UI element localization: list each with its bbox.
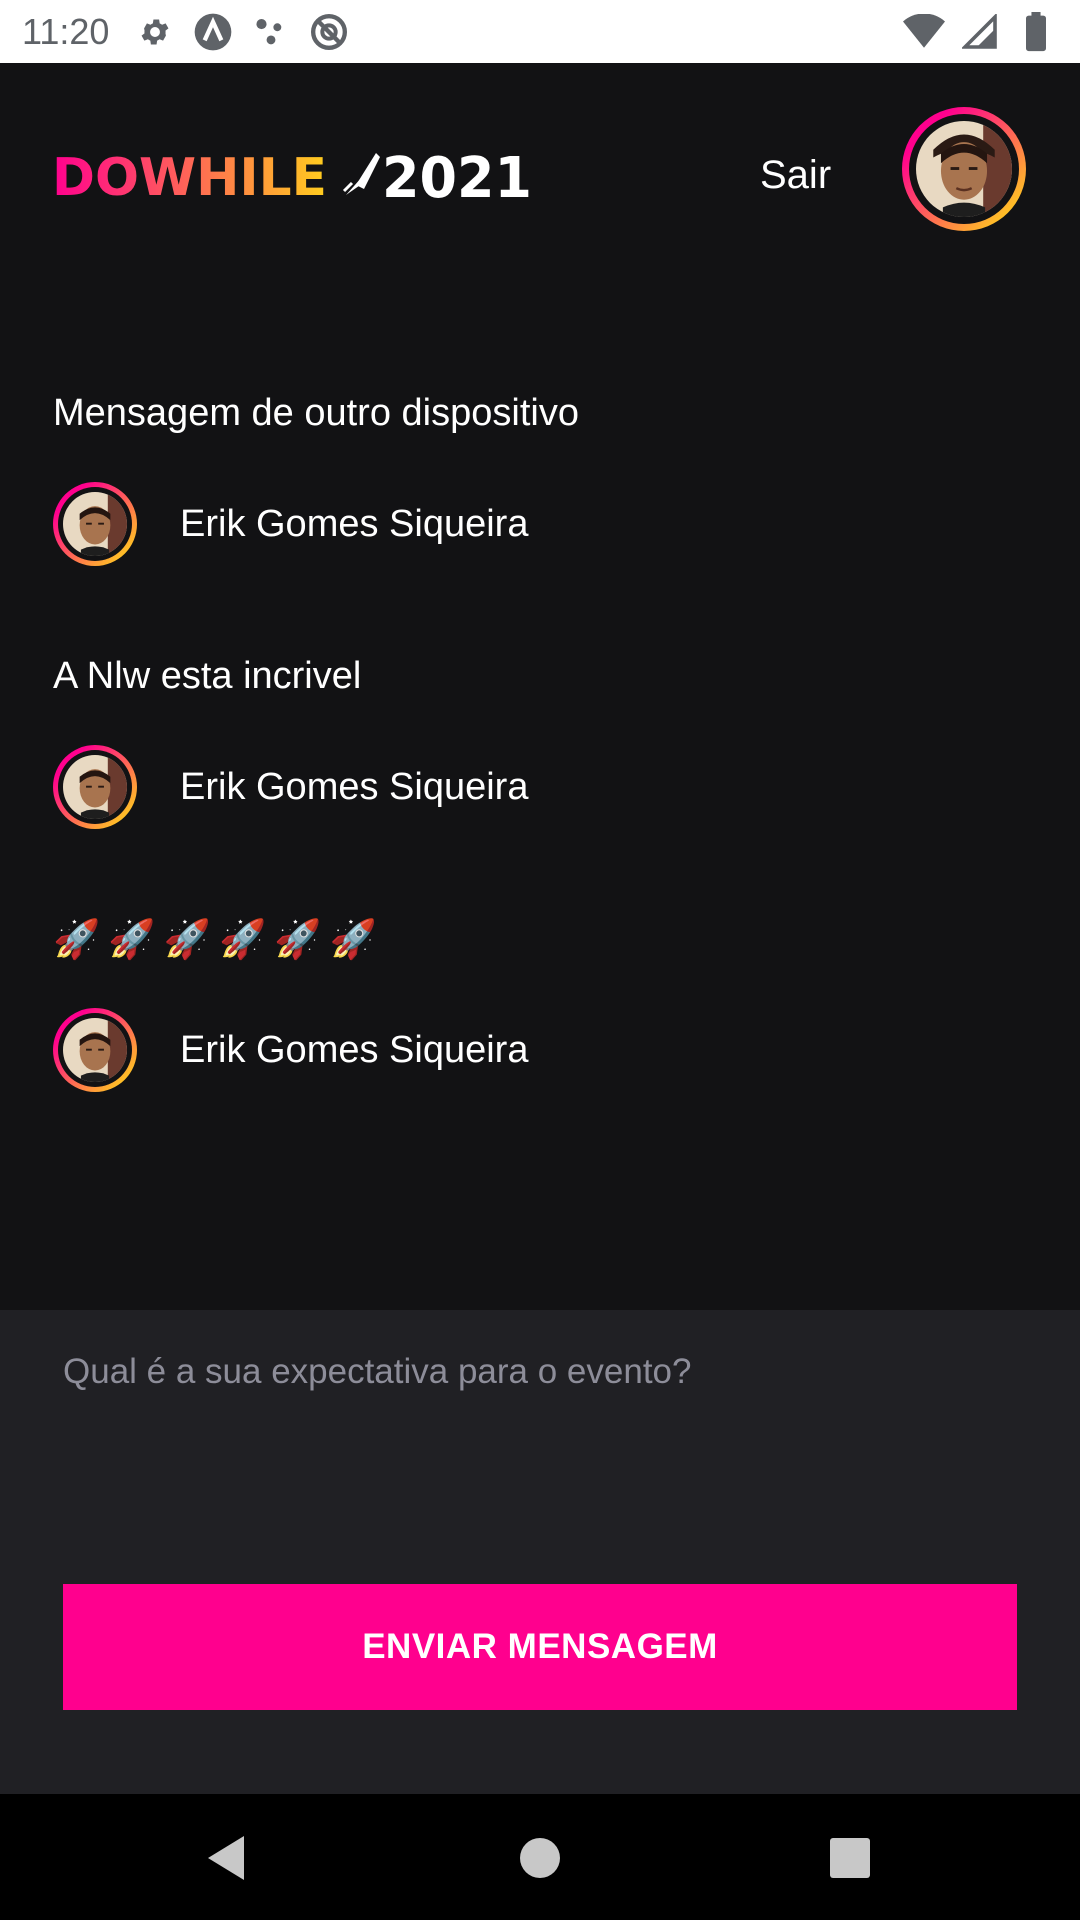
author-name: Erik Gomes Siqueira [180, 502, 529, 545]
avatar-photo [916, 121, 1012, 217]
no-sync-icon [307, 10, 351, 54]
avatar-photo [63, 755, 127, 819]
message-text: 🚀🚀🚀🚀🚀🚀 [53, 917, 385, 961]
signal-icon [958, 10, 1002, 54]
dots-icon [249, 10, 293, 54]
message-item: 🚀🚀🚀🚀🚀🚀 Erik Gomes Siqueira [53, 916, 1033, 1092]
author-name: Erik Gomes Siqueira [180, 1028, 529, 1071]
settings-icon [133, 10, 177, 54]
message-author: Erik Gomes Siqueira [53, 1008, 528, 1092]
message-item: A Nlw esta incrivel Erik Gomes Siqueira [53, 653, 1033, 829]
navigation-bar [0, 1794, 1080, 1920]
send-message-form: ENVIAR MENSAGEM [0, 1310, 1080, 1794]
back-icon[interactable] [200, 1830, 256, 1886]
user-avatar[interactable] [902, 107, 1026, 231]
status-left-icons [133, 10, 351, 54]
author-name: Erik Gomes Siqueira [180, 765, 529, 808]
dowhile-logo: DOWHILE 2021 [52, 146, 532, 205]
author-avatar [53, 1008, 137, 1092]
home-icon[interactable] [512, 1830, 568, 1886]
a-circle-icon [191, 10, 235, 54]
author-avatar [53, 745, 137, 829]
message-input[interactable] [63, 1350, 1013, 1550]
app-screen: 11:20 DOWHILE 2021 Sair Mensagem de outr… [0, 0, 1080, 1920]
status-bar: 11:20 [0, 0, 1080, 63]
status-right-icons [902, 10, 1058, 54]
recents-icon[interactable] [822, 1830, 878, 1886]
svg-text:2021: 2021 [382, 146, 532, 205]
avatar-photo [63, 1018, 127, 1082]
message-author: Erik Gomes Siqueira [53, 745, 528, 829]
avatar-photo [63, 492, 127, 556]
message-text: A Nlw esta incrivel [53, 655, 362, 697]
app-header: DOWHILE 2021 Sair [0, 63, 1080, 283]
message-item: Mensagem de outro dispositivo Erik Gomes… [53, 390, 1033, 566]
logout-button[interactable]: Sair [760, 145, 860, 205]
send-message-button[interactable]: ENVIAR MENSAGEM [63, 1584, 1017, 1710]
wifi-icon [902, 10, 946, 54]
message-author: Erik Gomes Siqueira [53, 482, 528, 566]
battery-icon [1014, 10, 1058, 54]
svg-text:DOWHILE: DOWHILE [52, 148, 327, 205]
author-avatar [53, 482, 137, 566]
status-time: 11:20 [22, 10, 110, 52]
message-text: Mensagem de outro dispositivo [53, 392, 579, 434]
